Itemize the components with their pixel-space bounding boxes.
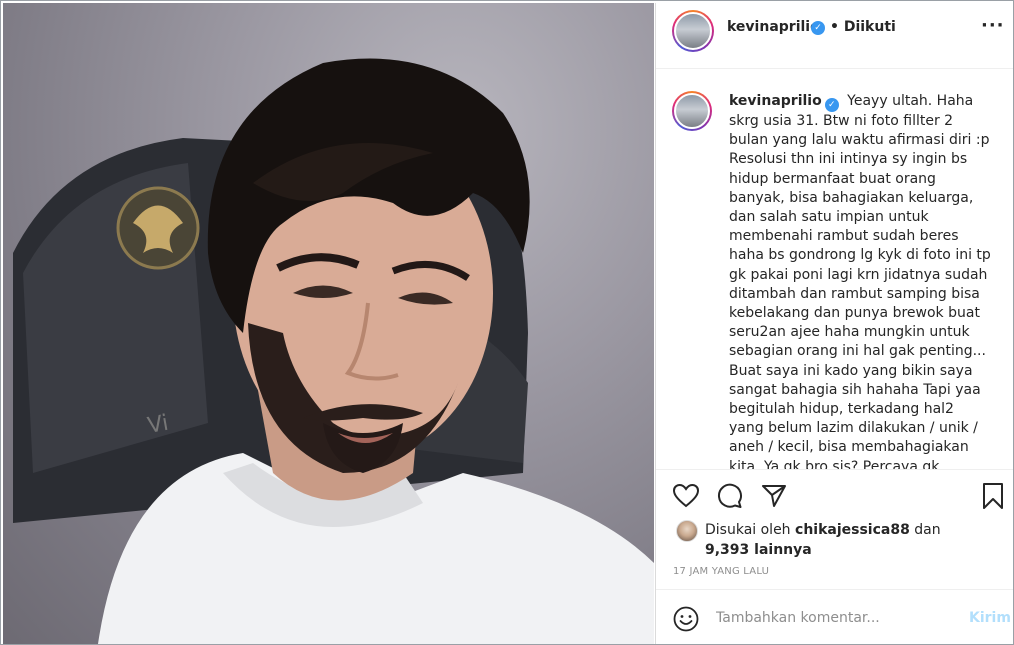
post-caption: kevinaprilio ✓ Yeayy ultah. Haha skrg usi… [729, 92, 991, 469]
post-timestamp[interactable]: 17 JAM YANG LALU [673, 566, 769, 577]
svg-text:Vi: Vi [146, 411, 171, 439]
caption-verified-badge-icon: ✓ [824, 98, 839, 112]
caption-username[interactable]: kevinaprilio [729, 93, 822, 109]
caption-author-avatar[interactable] [672, 91, 712, 131]
likes-conjunction: dan [914, 522, 941, 538]
more-options-icon[interactable]: ··· [981, 15, 1005, 36]
post-comment-button[interactable]: Kirim [969, 610, 1011, 626]
photo-illustration: Vi [13, 58, 654, 644]
author-username[interactable]: kevinaprilio [727, 19, 820, 35]
save-bookmark-icon[interactable] [979, 482, 1007, 510]
liker-username[interactable]: chikajessica88 [795, 522, 910, 538]
emoji-smile-icon[interactable] [673, 606, 699, 632]
verified-badge-icon: ✓ [811, 21, 825, 35]
caption-text: Yeayy ultah. Haha skrg usia 31. Btw ni f… [729, 93, 991, 469]
comment-input[interactable] [716, 606, 956, 630]
share-paper-plane-icon[interactable] [760, 482, 788, 510]
liker-avatar[interactable] [676, 520, 698, 542]
instagram-post-window: Vi kevinaprilio ✓ • Diikuti ··· kevinapr… [0, 0, 1014, 645]
add-comment-bar: Kirim [656, 589, 1013, 644]
author-avatar[interactable] [672, 10, 714, 52]
follow-status[interactable]: • Diikuti [830, 19, 896, 35]
likes-others-count[interactable]: 9,393 lainnya [705, 542, 812, 558]
likes-prefix: Disukai oleh [705, 522, 791, 538]
post-side-panel: kevinaprilio ✓ • Diikuti ··· kevinaprili… [655, 3, 1013, 644]
like-heart-icon[interactable] [672, 482, 700, 510]
post-header: kevinaprilio ✓ • Diikuti ··· [656, 3, 1013, 69]
post-photo[interactable]: Vi [3, 3, 654, 644]
caption-section: kevinaprilio ✓ Yeayy ultah. Haha skrg usi… [656, 70, 1013, 469]
likes-summary: Disukai oleh chikajessica88 dan 9,393 la… [705, 520, 965, 560]
post-actions: Disukai oleh chikajessica88 dan 9,393 la… [656, 469, 1013, 589]
comment-bubble-icon[interactable] [716, 482, 744, 510]
